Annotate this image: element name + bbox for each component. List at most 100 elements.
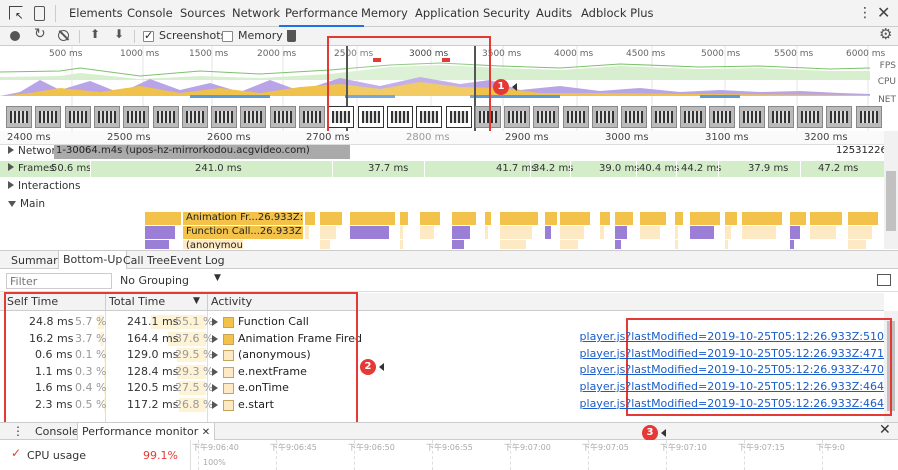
flame-block[interactable] — [560, 212, 590, 225]
flame-block[interactable] — [790, 212, 806, 225]
flame-block[interactable] — [145, 226, 175, 239]
flame-block[interactable] — [742, 212, 782, 225]
flame-block[interactable] — [400, 240, 403, 249]
tab-security[interactable]: Security — [483, 0, 530, 27]
flame-block[interactable] — [690, 226, 714, 239]
tab-console[interactable]: Console — [127, 0, 173, 27]
screenshot-thumbnail[interactable] — [93, 106, 120, 128]
flame-block[interactable] — [615, 240, 621, 249]
tab-event-log[interactable]: Event Log — [170, 254, 225, 267]
flame-block[interactable] — [545, 226, 551, 239]
flame-block[interactable] — [675, 240, 678, 249]
flame-block[interactable] — [305, 212, 315, 225]
tab-elements[interactable]: Elements — [69, 0, 123, 27]
interactions-track[interactable]: Interactions — [0, 180, 884, 194]
upload-profile-icon[interactable]: ⬆ — [90, 27, 100, 41]
flame-block[interactable] — [420, 212, 440, 225]
flame-block[interactable] — [500, 226, 532, 239]
source-link[interactable]: player.js?lastModified=2019-10-25T05:12:… — [580, 347, 884, 360]
settings-gear-icon[interactable]: ⚙ — [879, 25, 892, 43]
flame-block[interactable] — [615, 226, 627, 239]
flame-block[interactable] — [600, 212, 610, 225]
expand-triangle-icon[interactable] — [8, 146, 14, 154]
frame-duration[interactable]: 241.0 ms — [195, 163, 242, 174]
tab-memory[interactable]: Memory — [361, 0, 408, 27]
frame-duration[interactable]: 47.2 ms — [818, 163, 858, 174]
flame-block[interactable] — [675, 226, 678, 239]
flame-block[interactable] — [790, 240, 794, 249]
tab-adblock-plus[interactable]: Adblock Plus — [581, 0, 654, 27]
flame-block[interactable] — [615, 212, 633, 225]
download-profile-icon[interactable]: ⬇ — [114, 27, 124, 41]
screenshot-thumbnail[interactable] — [650, 106, 677, 128]
flame-block[interactable] — [790, 226, 800, 239]
screenshot-thumbnail[interactable] — [181, 106, 208, 128]
frame-duration[interactable]: 37.9 ms — [748, 163, 788, 174]
screenshot-thumbnail[interactable] — [152, 106, 179, 128]
screenshot-thumbnail[interactable] — [240, 106, 267, 128]
scrollbar-thumb[interactable] — [886, 171, 896, 231]
tab-sources[interactable]: Sources — [180, 0, 226, 27]
flame-block[interactable] — [500, 212, 538, 225]
close-devtools-icon[interactable]: ✕ — [877, 3, 890, 22]
flame-block[interactable] — [320, 240, 330, 249]
main-track[interactable]: Main — [0, 198, 884, 212]
screenshot-thumbnail[interactable] — [562, 106, 589, 128]
flame-block[interactable] — [420, 226, 434, 239]
screenshot-thumbnail[interactable] — [269, 106, 296, 128]
main-flame-chart[interactable]: Animation Fr...26.933Z:471) Function Cal… — [0, 211, 884, 249]
flame-block[interactable] — [452, 240, 464, 249]
screenshot-thumbnail[interactable] — [123, 106, 150, 128]
screenshots-checkbox[interactable] — [143, 29, 154, 42]
flame-block[interactable] — [350, 212, 395, 225]
dropdown-arrow-icon[interactable]: ▼ — [214, 273, 221, 283]
screenshot-thumbnail[interactable] — [504, 106, 531, 128]
frame-duration[interactable]: 40.4 ms — [639, 163, 679, 174]
memory-checkbox[interactable] — [222, 31, 233, 42]
toggle-sidebar-icon[interactable] — [877, 274, 891, 286]
collapse-triangle-icon[interactable] — [8, 201, 16, 207]
screenshot-thumbnail[interactable] — [738, 106, 765, 128]
tab-network[interactable]: Network — [232, 0, 280, 27]
screenshot-thumbnail[interactable] — [621, 106, 648, 128]
tab-summary[interactable]: Summary — [11, 254, 64, 267]
screenshot-thumbnail[interactable] — [797, 106, 824, 128]
flame-block[interactable] — [560, 240, 578, 249]
drawer-tab-performance-monitor[interactable]: Performance monitor ✕ — [77, 423, 216, 440]
flame-block[interactable] — [452, 212, 476, 225]
flame-block[interactable] — [810, 226, 836, 239]
flame-block[interactable] — [725, 212, 737, 225]
frame-duration[interactable]: 37.7 ms — [368, 163, 408, 174]
flame-block[interactable] — [400, 226, 403, 239]
flame-block[interactable] — [560, 226, 584, 239]
tab-bottom-up[interactable]: Bottom-Up — [58, 251, 128, 269]
frame-duration[interactable]: 44.2 ms — [681, 163, 721, 174]
flame-block[interactable] — [848, 226, 872, 239]
flame-block[interactable] — [545, 212, 557, 225]
flame-block[interactable] — [725, 240, 728, 249]
reload-record-icon[interactable]: ↻ — [34, 26, 46, 42]
flame-block[interactable] — [640, 212, 666, 225]
tab-call-tree[interactable]: Call Tree — [123, 254, 170, 267]
flame-block[interactable] — [742, 226, 776, 239]
flame-block[interactable] — [145, 240, 169, 249]
flame-block[interactable] — [640, 226, 660, 239]
expand-triangle-icon[interactable] — [8, 163, 14, 171]
close-tab-icon[interactable]: ✕ — [202, 427, 210, 438]
source-link[interactable]: player.js?lastModified=2019-10-25T05:12:… — [580, 397, 884, 410]
frame-duration[interactable]: 34.2 ms — [533, 163, 573, 174]
flame-block[interactable] — [305, 226, 309, 239]
filter-input[interactable] — [6, 273, 112, 289]
screenshot-thumbnail[interactable] — [767, 106, 794, 128]
flame-block[interactable] — [690, 212, 720, 225]
tab-audits[interactable]: Audits — [536, 0, 572, 27]
frame-duration[interactable]: 50.6 ms — [51, 163, 91, 174]
screenshot-thumbnail[interactable] — [709, 106, 736, 128]
tab-performance[interactable]: Performance — [279, 0, 364, 27]
screenshot-thumbnail[interactable] — [855, 106, 882, 128]
flame-block[interactable] — [675, 212, 683, 225]
flame-block[interactable] — [320, 226, 336, 239]
collect-garbage-icon[interactable] — [287, 30, 296, 42]
flame-block[interactable] — [485, 226, 488, 239]
flame-block[interactable] — [485, 212, 491, 225]
